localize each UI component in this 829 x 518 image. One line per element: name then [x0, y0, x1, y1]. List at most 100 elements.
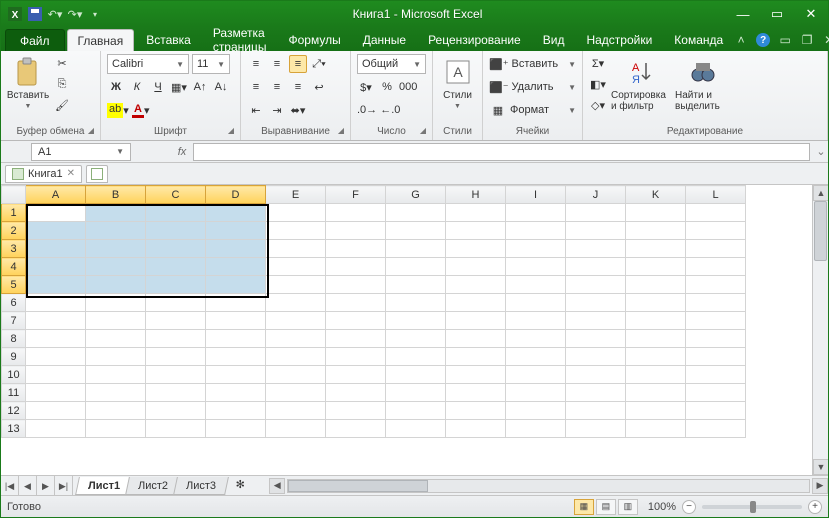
- italic-button[interactable]: К: [128, 78, 146, 96]
- cell[interactable]: [686, 258, 746, 276]
- sheet-tab[interactable]: Лист3: [173, 477, 229, 495]
- cell[interactable]: [386, 204, 446, 222]
- cell[interactable]: [206, 312, 266, 330]
- cell[interactable]: [386, 366, 446, 384]
- cell[interactable]: [266, 420, 326, 438]
- scroll-right-icon[interactable]: ▶: [812, 478, 828, 494]
- row-header[interactable]: 12: [2, 402, 26, 420]
- qat-customize-icon[interactable]: ▾: [87, 6, 103, 22]
- cell[interactable]: [566, 294, 626, 312]
- column-header[interactable]: B: [86, 186, 146, 204]
- copy-icon[interactable]: ⎘: [53, 75, 71, 93]
- cell[interactable]: [26, 402, 86, 420]
- cell[interactable]: [386, 276, 446, 294]
- cell[interactable]: [686, 294, 746, 312]
- cell[interactable]: [206, 240, 266, 258]
- cell[interactable]: [566, 420, 626, 438]
- column-header[interactable]: F: [326, 186, 386, 204]
- undo-icon[interactable]: ↶▾: [47, 6, 63, 22]
- cell[interactable]: [566, 384, 626, 402]
- cell[interactable]: [506, 366, 566, 384]
- cell[interactable]: [266, 312, 326, 330]
- delete-cells-button[interactable]: Удалить: [512, 81, 566, 93]
- cell[interactable]: [266, 240, 326, 258]
- row-header[interactable]: 2: [2, 222, 26, 240]
- font-color-icon[interactable]: A▾: [132, 101, 150, 119]
- insert-cells-button[interactable]: Вставить: [512, 58, 566, 70]
- tab-data[interactable]: Данные: [353, 29, 416, 51]
- cell[interactable]: [326, 402, 386, 420]
- cell[interactable]: [386, 258, 446, 276]
- fx-icon[interactable]: fx: [171, 146, 193, 158]
- row-header[interactable]: 10: [2, 366, 26, 384]
- zoom-out-icon[interactable]: −: [682, 500, 696, 514]
- cell[interactable]: [446, 276, 506, 294]
- horizontal-scrollbar[interactable]: ◀ ▶: [269, 476, 828, 495]
- help-icon[interactable]: ?: [755, 32, 771, 48]
- maximize-button[interactable]: ▭: [760, 3, 794, 25]
- number-format-combo[interactable]: Общий▼: [357, 54, 426, 74]
- cell[interactable]: [206, 384, 266, 402]
- scroll-up-icon[interactable]: ▲: [813, 185, 828, 201]
- row-header[interactable]: 1: [2, 204, 26, 222]
- font-name-combo[interactable]: Calibri▼: [107, 54, 189, 74]
- tab-review[interactable]: Рецензирование: [418, 29, 531, 51]
- cell[interactable]: [146, 384, 206, 402]
- view-normal-icon[interactable]: ▦: [574, 499, 594, 515]
- cell[interactable]: [446, 366, 506, 384]
- cell[interactable]: [146, 222, 206, 240]
- workbook-tab[interactable]: Книга1 ✕: [5, 165, 82, 183]
- row-header[interactable]: 5: [2, 276, 26, 294]
- cell[interactable]: [626, 384, 686, 402]
- currency-icon[interactable]: $▾: [357, 78, 375, 96]
- cell[interactable]: [86, 294, 146, 312]
- cell[interactable]: [686, 384, 746, 402]
- cell[interactable]: [26, 222, 86, 240]
- align-right-icon[interactable]: ≡: [289, 78, 307, 96]
- insert-cells-icon[interactable]: ⬛⁺: [489, 55, 509, 73]
- cell[interactable]: [326, 312, 386, 330]
- format-cells-button[interactable]: Формат: [510, 104, 565, 116]
- cell[interactable]: [206, 366, 266, 384]
- mdi-minimize-icon[interactable]: ▭: [777, 32, 793, 48]
- cell[interactable]: [26, 258, 86, 276]
- cell[interactable]: [26, 366, 86, 384]
- column-header[interactable]: H: [446, 186, 506, 204]
- tab-team[interactable]: Команда: [664, 29, 733, 51]
- vertical-scrollbar[interactable]: ▲ ▼: [812, 185, 828, 475]
- cell[interactable]: [446, 258, 506, 276]
- cell[interactable]: [266, 294, 326, 312]
- cell[interactable]: [446, 402, 506, 420]
- column-header[interactable]: L: [686, 186, 746, 204]
- cell[interactable]: [26, 204, 86, 222]
- grow-font-icon[interactable]: A↑: [191, 78, 209, 96]
- paste-button[interactable]: Вставить ▼: [7, 54, 49, 110]
- cell[interactable]: [86, 402, 146, 420]
- view-page-layout-icon[interactable]: ▤: [596, 499, 616, 515]
- sheet-nav-first-icon[interactable]: |◀: [1, 476, 19, 496]
- increase-indent-icon[interactable]: ⇥: [268, 101, 286, 119]
- cell[interactable]: [626, 420, 686, 438]
- cell[interactable]: [446, 312, 506, 330]
- cell[interactable]: [506, 312, 566, 330]
- cell[interactable]: [26, 312, 86, 330]
- row-header[interactable]: 8: [2, 330, 26, 348]
- format-painter-icon[interactable]: 🖌: [53, 96, 71, 114]
- cell[interactable]: [266, 348, 326, 366]
- wrap-text-icon[interactable]: ↩: [310, 78, 328, 96]
- tab-home[interactable]: Главная: [67, 29, 135, 51]
- cell[interactable]: [506, 330, 566, 348]
- cell[interactable]: [386, 294, 446, 312]
- cell[interactable]: [446, 384, 506, 402]
- cell[interactable]: [206, 222, 266, 240]
- cell[interactable]: [566, 204, 626, 222]
- new-workbook-button[interactable]: [86, 165, 108, 183]
- cell[interactable]: [506, 348, 566, 366]
- cell[interactable]: [146, 312, 206, 330]
- sort-filter-button[interactable]: АЯ Сортировка и фильтр: [611, 54, 671, 112]
- font-dialog-icon[interactable]: ◢: [228, 126, 234, 135]
- cell[interactable]: [146, 330, 206, 348]
- align-middle-icon[interactable]: ≡: [268, 55, 286, 73]
- cell[interactable]: [686, 222, 746, 240]
- cell[interactable]: [626, 330, 686, 348]
